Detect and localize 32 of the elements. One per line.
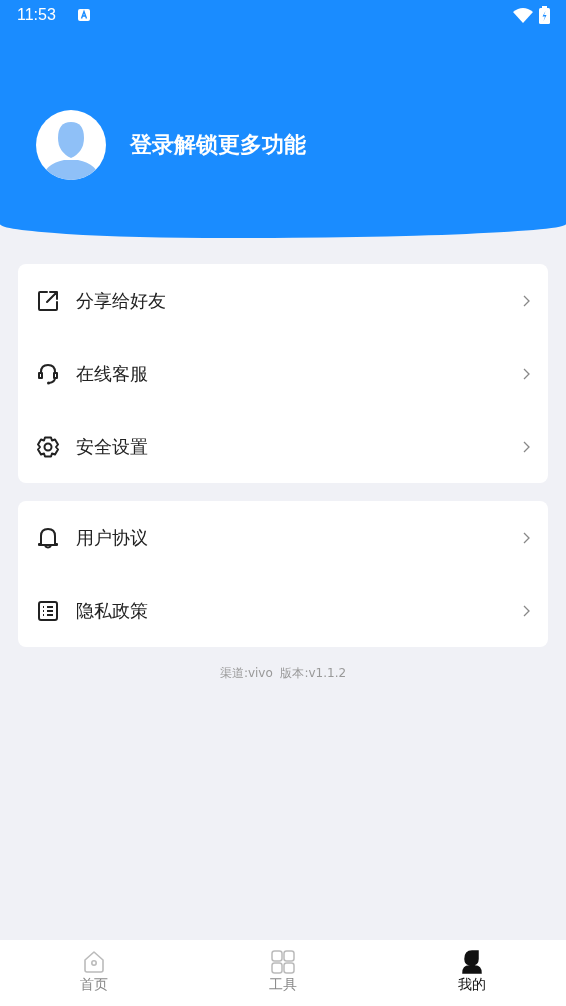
grid-icon [271,950,295,974]
chevron-icon [523,294,530,307]
notification-icon [77,9,90,21]
wifi-icon [513,7,533,23]
nav-tab[interactable]: 我的 [377,940,566,1006]
chevron-icon [523,367,530,380]
status-time: 11:53 [17,6,56,24]
person-icon [459,950,484,974]
menu-label: 隐私政策 [76,598,149,623]
list-icon [36,598,60,623]
nav-tab[interactable]: 工具 [188,940,378,1006]
headset-icon [36,361,60,386]
chevron-icon [523,604,530,617]
share-icon [36,288,60,313]
settings-icon [36,434,60,459]
menu-item[interactable]: 隐私政策 [18,574,548,647]
home-icon [82,950,107,974]
nav-tab[interactable]: 首页 [0,940,189,1006]
menu-label: 分享给好友 [76,288,167,313]
menu-label: 在线客服 [76,361,149,386]
menu-label: 用户协议 [76,525,149,550]
version-info: 渠道:vivo 版本:v1.1.2 [218,665,348,682]
menu-label: 安全设置 [76,434,149,459]
battery-icon [539,6,550,24]
bell-icon [36,525,60,550]
chevron-icon [523,440,530,453]
chevron-icon [523,531,530,544]
menu-item[interactable]: 安全设置 [18,410,548,483]
avatar-icon [36,110,106,180]
menu-item[interactable]: 在线客服 [18,337,548,410]
menu-item[interactable]: 用户协议 [18,501,548,574]
menu-item[interactable]: 分享给好友 [18,264,548,337]
